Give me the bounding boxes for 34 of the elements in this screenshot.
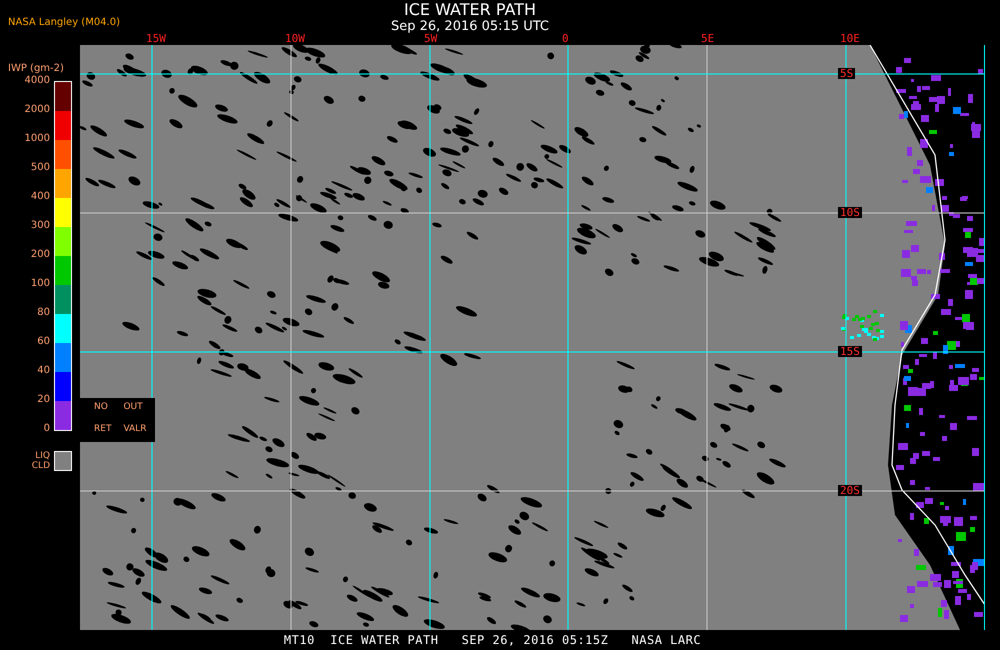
legend-tick-label: 60	[37, 335, 50, 349]
latitude-label: 20S	[838, 485, 862, 496]
liquid-cloud-label: LIQ	[35, 451, 50, 461]
flag-label: OUT	[123, 402, 144, 412]
latitude-label: 15S	[838, 346, 862, 357]
legend-tick-label: 1000	[24, 132, 50, 146]
flag-label: RET	[94, 424, 112, 434]
legend-tick-label: 20	[37, 393, 50, 407]
liquid-cloud-label: CLD	[32, 461, 50, 471]
longitude-label: 15W	[146, 33, 166, 44]
longitude-label: 5W	[424, 33, 438, 44]
legend-tick-label: 40	[37, 364, 50, 378]
legend-tick-label: 0	[44, 422, 50, 436]
longitude-label: 10W	[285, 33, 305, 44]
timestamp-subtitle: Sep 26, 2016 05:15 UTC	[390, 19, 550, 34]
legend-tick-label: 400	[30, 190, 50, 204]
legend-tick-label: 300	[30, 219, 50, 233]
legend-tick-label: 100	[30, 277, 50, 291]
chart-title: ICE WATER PATH	[404, 1, 536, 19]
longitude-label: 0	[562, 33, 569, 44]
longitude-label: 10E	[840, 33, 860, 44]
legend-tick-label: 4000	[24, 74, 50, 88]
legend-tick-label: 2000	[24, 103, 50, 117]
flag-label: NO	[94, 402, 109, 412]
latitude-label: 5S	[838, 68, 856, 79]
legend-tick-label: 80	[37, 306, 50, 320]
legend-tick-label: 200	[30, 248, 50, 262]
source-label: NASA Langley (M04.0)	[8, 17, 120, 28]
unit-label: IWP (gm-2)	[8, 63, 64, 75]
latitude-label: 10S	[838, 207, 862, 218]
longitude-label: 5E	[701, 33, 714, 44]
flag-label: VALR	[123, 424, 146, 434]
footer-caption: MT10 ICE WATER PATH SEP 26, 2016 05:15Z NASA LARC	[284, 633, 702, 647]
legend-tick-label: 500	[30, 161, 50, 175]
